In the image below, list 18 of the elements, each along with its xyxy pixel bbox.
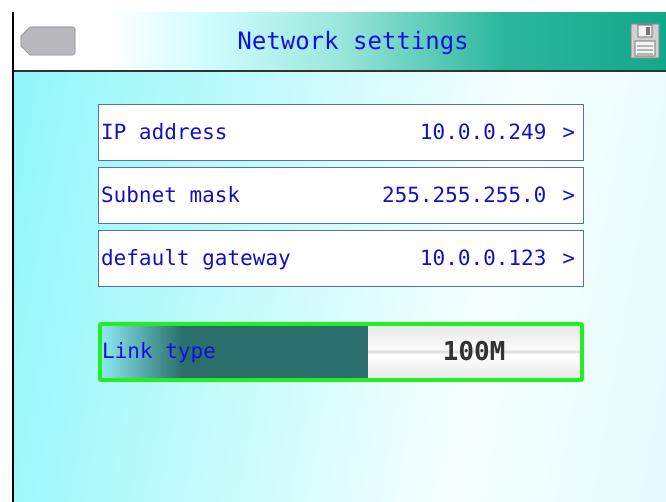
chevron-icon: > (562, 116, 575, 148)
setting-row[interactable]: default gateway 10.0.0.123 > (98, 230, 584, 287)
link-type-row[interactable]: Link type 100M (98, 322, 584, 382)
setting-label: Subnet mask (101, 182, 240, 209)
setting-value: 255.255.255.0 (382, 182, 546, 209)
setting-row[interactable]: IP address 10.0.0.249 > (98, 104, 584, 161)
setting-value: 10.0.0.123 (420, 244, 546, 272)
setting-value: 10.0.0.249 (420, 118, 546, 146)
window-title: Network settings (237, 26, 469, 57)
setting-row[interactable]: Subnet mask 255.255.255.0 > (98, 167, 584, 224)
save-icon[interactable] (630, 23, 660, 59)
chevron-icon: > (562, 242, 575, 274)
chevron-icon: > (562, 180, 575, 212)
setting-label: IP address (101, 118, 228, 146)
setting-label: default gateway (101, 244, 291, 272)
link-type-label: Link type (102, 326, 368, 378)
back-button[interactable] (20, 26, 76, 56)
link-type-value[interactable]: 100M (368, 326, 580, 378)
